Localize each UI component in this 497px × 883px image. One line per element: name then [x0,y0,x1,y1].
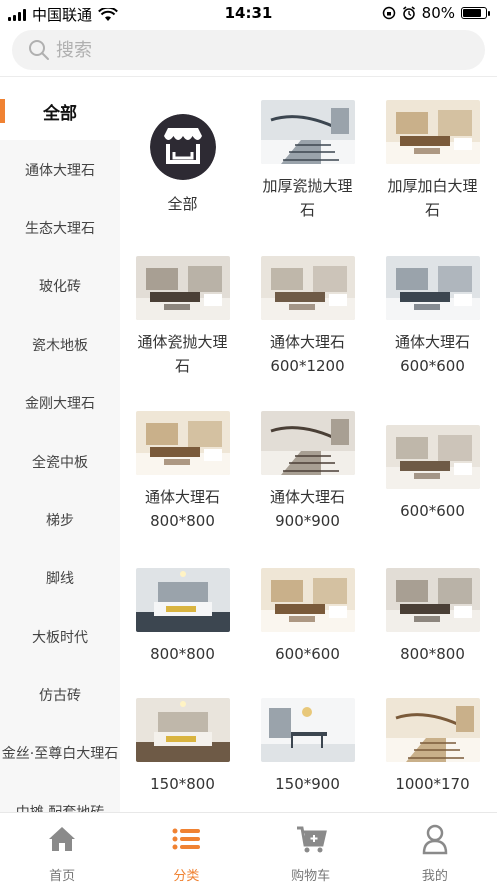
sidebar-item-label: 全瓷中板 [32,454,88,471]
category-tile-label: 通体大理石900*900 [269,488,345,530]
sidebar-item-label: 脚线 [46,571,74,588]
cart-icon [295,823,327,859]
living-room-photo [385,256,480,320]
category-tile-label: 加厚瓷抛大理石 [262,177,353,219]
living-room-photo [260,568,355,632]
sidebar-item-label: 仿古砖 [39,688,81,705]
tab-cart[interactable]: 购物车 [249,813,373,883]
living-room-photo [260,256,355,320]
divider [0,76,497,77]
category-tile-label: 600*600 [275,645,340,663]
sidebar-item[interactable]: 中摊 配套地砖 [0,783,120,812]
category-tile[interactable]: 通体大理石600*600 [370,256,495,378]
living-room-photo [135,256,230,320]
category-tile-label: 全部 [167,195,198,213]
category-tile-label: 150*900 [275,775,340,793]
sidebar-item-label: 大板时代 [32,629,88,646]
category-tile[interactable]: 150*900 [245,698,370,796]
sidebar-item-label: 玻化砖 [39,279,81,296]
living-room-photo [385,425,480,489]
category-tile-label: 150*800 [150,775,215,793]
category-tile-label: 通体瓷抛大理石 [137,333,228,375]
living-room-photo [385,568,480,632]
category-tile-label: 800*800 [400,645,465,663]
alarm-icon [402,6,415,20]
bedroom-photo [135,698,230,762]
sidebar-item[interactable]: 全部 [0,82,120,141]
sidebar-item-label: 通体大理石 [25,162,95,179]
store-icon [149,114,216,180]
sidebar-item[interactable]: 瓷木地板 [0,316,120,374]
sidebar-item[interactable]: 全瓷中板 [0,432,120,490]
category-tile[interactable]: 通体瓷抛大理石 [120,256,245,378]
living-room-photo [385,100,480,164]
home-icon [46,823,78,859]
sidebar-item[interactable]: 金丝·至尊白大理石 [0,724,120,782]
category-tile-label: 通体大理石600*600 [394,333,470,375]
category-tile-label: 1000*170 [395,775,470,793]
sidebar-item[interactable]: 大板时代 [0,608,120,666]
tab-home[interactable]: 首页 [0,813,124,883]
sidebar-item[interactable]: 仿古砖 [0,666,120,724]
status-bar: 中国联通 14:31 80% [0,0,497,26]
tab-label: 我的 [421,869,448,883]
tab-label: 分类 [173,869,200,883]
sidebar-item-label: 瓷木地板 [32,337,88,354]
dining-room-photo [260,698,355,762]
category-tile-label: 加厚加白大理石 [387,177,478,219]
category-tile-label: 800*800 [150,645,215,663]
category-tile-label: 通体大理石800*800 [144,488,220,530]
sidebar-item[interactable]: 生态大理石 [0,199,120,257]
living-room-photo [135,411,230,475]
sidebar-item[interactable]: 脚线 [0,549,120,607]
category-tile[interactable]: 全部 [120,100,245,216]
sidebar-item[interactable]: 玻化砖 [0,257,120,315]
search-icon [29,40,49,60]
category-tile[interactable]: 150*800 [120,698,245,796]
category-tile[interactable]: 通体大理石800*800 [120,411,245,533]
category-sidebar: 全部通体大理石生态大理石玻化砖瓷木地板金刚大理石全瓷中板梯步脚线大板时代仿古砖金… [0,82,120,812]
subcategory-grid: 全部 加厚瓷抛大理石 加厚加白大理石 通体瓷抛大理石 通体大理石600*1200 [120,82,497,812]
category-tile[interactable]: 800*800 [120,568,245,666]
user-icon [419,823,451,859]
sidebar-item-label: 梯步 [46,512,74,529]
staircase-photo [260,100,355,164]
tab-bar: 首页 分类 购物车 我的 [0,812,497,883]
staircase-photo [260,411,355,475]
category-tile[interactable]: 600*600 [245,568,370,666]
sidebar-item-label: 金丝·至尊白大理石 [1,746,119,763]
sidebar-item-label: 全部 [43,103,77,124]
sidebar-item-label: 中摊 配套地砖 [16,802,104,812]
category-tile-label: 600*600 [400,502,465,520]
sidebar-item[interactable]: 通体大理石 [0,140,120,198]
rotation-lock-icon [382,6,395,20]
category-tile[interactable]: 通体大理石900*900 [245,411,370,533]
category-tile[interactable]: 通体大理石600*1200 [245,256,370,378]
sidebar-item-label: 金刚大理石 [25,396,95,413]
search-input[interactable] [56,39,456,61]
battery-percent: 80% [421,4,455,22]
staircase-photo [385,698,480,762]
category-tile[interactable]: 加厚瓷抛大理石 [245,100,370,222]
search-bar[interactable] [12,30,485,70]
list-icon [170,823,202,859]
battery-icon [461,7,490,19]
tab-label: 首页 [49,869,76,883]
bedroom-photo [135,568,230,632]
category-tile[interactable]: 加厚加白大理石 [370,100,495,222]
tab-label: 购物车 [291,869,331,883]
tab-list[interactable]: 分类 [124,813,248,883]
status-right: 80% [382,4,490,22]
tab-user[interactable]: 我的 [373,813,497,883]
sidebar-item-label: 生态大理石 [25,220,95,237]
sidebar-item[interactable]: 金刚大理石 [0,374,120,432]
category-tile-label: 通体大理石600*1200 [269,333,345,375]
category-tile[interactable]: 600*600 [370,411,495,523]
category-tile[interactable]: 1000*170 [370,698,495,796]
sidebar-item[interactable]: 梯步 [0,491,120,549]
category-tile[interactable]: 800*800 [370,568,495,666]
